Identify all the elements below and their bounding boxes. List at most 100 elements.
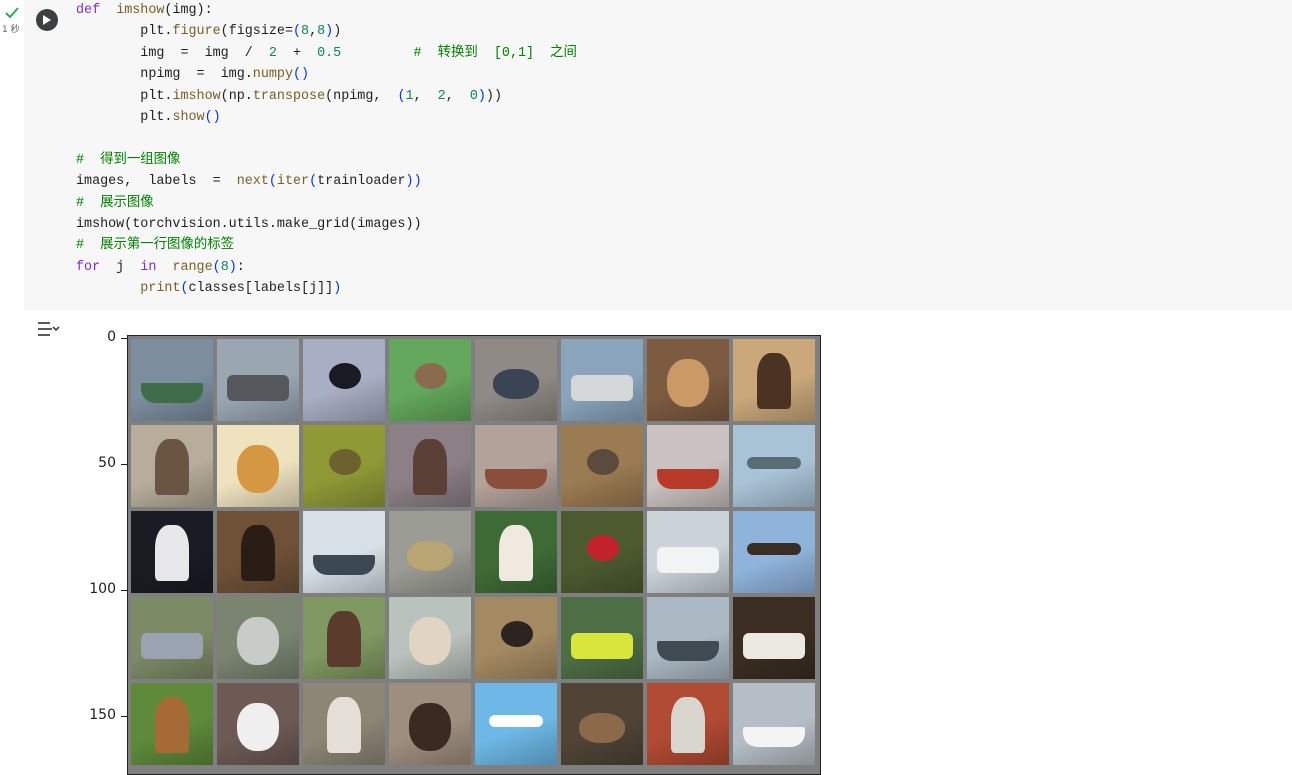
thumbnail-deer xyxy=(131,683,213,765)
horse-shape xyxy=(671,697,705,753)
deer-shape xyxy=(155,697,189,753)
ship-shape xyxy=(313,555,375,575)
thumbnail-deer xyxy=(389,425,471,507)
ship-shape xyxy=(657,641,719,661)
run-cell-button[interactable] xyxy=(36,9,58,31)
code-token: def xyxy=(76,3,101,18)
code-line: def imshow(img): xyxy=(76,0,577,21)
cell-gutter: 1 秒 xyxy=(0,0,24,310)
thumbnail-background xyxy=(303,511,385,593)
code-token: plt. xyxy=(76,88,173,104)
code-editor[interactable]: def imshow(img): plt.figure(figsize=(8,8… xyxy=(76,0,577,300)
code-token: plt. xyxy=(76,24,173,40)
code-token: plt. xyxy=(76,110,173,126)
truck-shape xyxy=(743,633,805,659)
cat-shape xyxy=(409,617,451,665)
y-tick-label: 150 xyxy=(89,707,116,723)
horse-shape xyxy=(241,525,275,581)
code-token: # 展示第一行图像的标签 xyxy=(76,238,235,254)
thumbnail-ship xyxy=(303,511,385,593)
code-token: iter xyxy=(276,174,310,190)
ship-shape xyxy=(485,469,547,489)
code-token: in xyxy=(140,259,157,275)
dog-shape xyxy=(237,445,279,493)
code-line: plt.show() xyxy=(76,107,577,128)
play-icon xyxy=(43,15,51,25)
code-token: )) xyxy=(485,88,502,104)
thumbnail-truck xyxy=(217,339,299,421)
code-token: trainloader xyxy=(317,174,406,190)
thumbnail-cat xyxy=(389,683,471,765)
thumbnail-horse xyxy=(475,511,557,593)
thumbnail-dog xyxy=(217,683,299,765)
code-line: for j in range(8): xyxy=(76,257,577,278)
thumbnail-airplane xyxy=(475,683,557,765)
y-tick-label: 50 xyxy=(98,455,116,471)
code-token: show xyxy=(172,110,205,126)
code-token: imshow xyxy=(172,88,221,104)
code-token: ) xyxy=(333,24,342,40)
code-line: # 展示图像 xyxy=(76,193,577,214)
automobile-shape xyxy=(657,547,719,573)
thumbnail-frog xyxy=(561,683,643,765)
code-token: numpy xyxy=(252,67,293,83)
code-token: 8 xyxy=(317,24,326,40)
code-token: 2 xyxy=(268,45,277,61)
code-token: 8 xyxy=(220,259,229,275)
thumbnail-bird xyxy=(561,425,643,507)
code-token: ( xyxy=(292,24,302,40)
code-token: + xyxy=(276,45,318,61)
thumbnail-ship xyxy=(733,683,815,765)
thumbnail-cat xyxy=(217,597,299,679)
thumbnail-bird xyxy=(303,339,385,421)
thumbnail-frog xyxy=(475,339,557,421)
cat-shape xyxy=(237,617,279,665)
thumbnail-background xyxy=(475,425,557,507)
image-plot-axes xyxy=(127,335,821,775)
code-token: transpose xyxy=(252,88,326,104)
thumbnail-horse xyxy=(303,683,385,765)
code-token: )) xyxy=(405,174,422,190)
execution-time: 1 秒 xyxy=(2,25,20,35)
code-line: imshow(torchvision.utils.make_grid(image… xyxy=(76,214,577,235)
code-token: next xyxy=(236,174,269,190)
code-token: j xyxy=(100,259,141,275)
ship-shape xyxy=(657,469,719,489)
code-token: (figsize= xyxy=(220,24,293,40)
thumbnail-dog xyxy=(647,339,729,421)
bird-shape xyxy=(415,363,447,389)
output-settings-icon[interactable] xyxy=(36,318,60,340)
thumbnail-truck xyxy=(733,597,815,679)
code-token: ( xyxy=(397,88,406,104)
image-grid xyxy=(131,339,815,765)
thumbnail-horse xyxy=(217,511,299,593)
truck-shape xyxy=(571,375,633,401)
ship-shape xyxy=(743,727,805,747)
code-token: 0.5 xyxy=(317,45,342,61)
truck-shape xyxy=(227,375,289,401)
code-token: # 得到一组图像 xyxy=(76,152,181,168)
code-token: 1 xyxy=(405,88,414,104)
code-token: figure xyxy=(172,24,221,40)
thumbnail-background xyxy=(733,683,815,765)
horse-shape xyxy=(327,697,361,753)
thumbnail-ship xyxy=(131,339,213,421)
horse-shape xyxy=(757,353,791,409)
thumbnail-frog xyxy=(389,511,471,593)
thumbnail-ship xyxy=(647,597,729,679)
code-token: # 转换到 [0,1] 之间 xyxy=(413,45,577,61)
airplane-shape xyxy=(747,543,801,555)
code-token: imshow(torchvision.utils.make_grid(image… xyxy=(76,217,422,233)
y-tick-label: 0 xyxy=(107,329,116,345)
horse-shape xyxy=(155,525,189,581)
thumbnail-horse xyxy=(647,683,729,765)
ship-shape xyxy=(141,383,203,403)
thumbnail-truck xyxy=(561,339,643,421)
code-token: ) xyxy=(325,24,334,40)
thumbnail-cat xyxy=(389,597,471,679)
thumbnail-bird xyxy=(475,597,557,679)
code-line: images, labels = next(iter(trainloader)) xyxy=(76,171,577,192)
